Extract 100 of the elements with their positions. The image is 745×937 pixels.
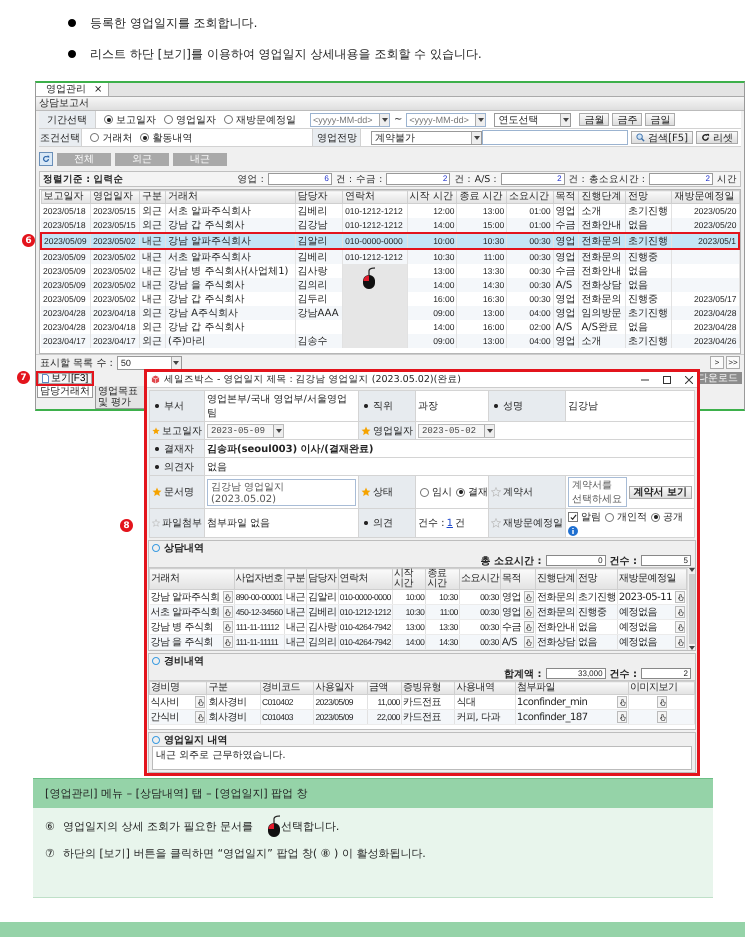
- table-row[interactable]: 2023/05/09 2023/05/02 내근 서초 알파주식회사 김베리 010-1212-1212 10:30 11:00 00:30 영업 전화문의 진행중: [41, 249, 739, 264]
- pointer-button[interactable]: [195, 696, 206, 708]
- checkbox[interactable]: 알림: [568, 510, 601, 524]
- tab[interactable]: 영업관리 ×: [36, 83, 110, 96]
- year-select[interactable]: 연도선택: [494, 112, 572, 126]
- bullet-icon: [155, 464, 159, 468]
- table-cell: 111-11-11111: [234, 634, 285, 650]
- pointer-button[interactable]: [524, 621, 534, 633]
- pointer-button[interactable]: [657, 711, 668, 723]
- pointer-button[interactable]: [675, 621, 685, 633]
- radio-button[interactable]: 보고일자: [104, 112, 156, 126]
- table-cell: 김알리: [295, 233, 343, 249]
- pointer-button[interactable]: [657, 696, 668, 708]
- column-header: 경비명: [150, 682, 207, 694]
- caret-icon: [688, 646, 694, 650]
- field-label: 계약서: [503, 486, 533, 499]
- radio-button[interactable]: 활동내역: [140, 130, 192, 144]
- radio-button[interactable]: 결재: [456, 485, 488, 499]
- pointer-button[interactable]: [222, 606, 233, 618]
- table-cell: 09:00: [407, 306, 457, 320]
- caret-icon: [688, 568, 694, 572]
- pointer-button[interactable]: [675, 591, 685, 603]
- radio-button[interactable]: 영업일자: [164, 112, 216, 126]
- count-label: A/S :: [474, 174, 497, 184]
- view-button[interactable]: 보기[F3]: [38, 372, 92, 384]
- pointer-button[interactable]: [222, 621, 233, 633]
- table-row[interactable]: 2023/05/09 2023/05/02 내근 강남 을 주식회사 김의리 14:00 14:30 00:30 A/S 전화상담 없음: [41, 278, 739, 292]
- column-header: 소요시간: [459, 568, 500, 590]
- period-button[interactable]: 금월: [579, 113, 610, 126]
- reset-button[interactable]: 리셋: [696, 131, 738, 144]
- period-button[interactable]: 금주: [612, 113, 642, 126]
- section-icon: [152, 544, 160, 552]
- pointer-button[interactable]: [524, 606, 534, 618]
- refresh-icon: [701, 133, 710, 142]
- total-label: 총 소요시간 :: [480, 554, 542, 568]
- info-icon[interactable]: [568, 526, 578, 536]
- note-text: 선택합니다.: [280, 818, 340, 834]
- step-number: ⑦: [45, 846, 55, 860]
- caret-icon: [474, 136, 480, 140]
- contract-field[interactable]: 계약서를 선택하세요: [568, 477, 627, 507]
- star-icon: [361, 426, 371, 436]
- table-cell: 전화상담: [578, 278, 626, 292]
- field-value: 김강남: [568, 400, 598, 413]
- radio-button[interactable]: 개인적: [605, 510, 647, 524]
- radio-button[interactable]: 거래처: [90, 130, 132, 144]
- date-select[interactable]: 2023-05-02: [418, 424, 496, 438]
- memo-field[interactable]: 내근 외주로 근무하였습니다.: [152, 746, 692, 770]
- table-cell: 영업: [553, 334, 579, 348]
- count-label: 영업 :: [238, 172, 264, 186]
- column-header: 목적: [553, 190, 579, 204]
- date-select[interactable]: 2023-05-09: [207, 424, 284, 438]
- table-cell: 강남 을 주식회: [150, 634, 234, 650]
- star-outline-icon: [491, 487, 501, 497]
- maximize-icon[interactable]: [663, 376, 671, 384]
- caret-icon: [562, 118, 569, 122]
- table-cell: 14:00: [392, 634, 426, 650]
- pager-button[interactable]: >>: [726, 356, 740, 369]
- pointer-button[interactable]: [524, 636, 534, 648]
- pointer-button[interactable]: [617, 711, 628, 723]
- pointer-button[interactable]: [675, 636, 685, 648]
- table-row[interactable]: 2023/04/17 2023/04/17 외근 (주)마리 김송수 09:00 13:00 04:00 영업 소개 초기진행 2023/04/26: [41, 334, 739, 348]
- tab[interactable]: 담당거래처: [37, 386, 93, 398]
- note-text: 하단의 [보기] 버튼을 클릭하면 “영업일지” 팝업 창( ⑧ ) 이 활성화됩니다.: [62, 846, 426, 860]
- pager-button[interactable]: >: [710, 356, 724, 369]
- table-cell: 진행중: [625, 249, 672, 264]
- table-cell: 초기진행: [625, 334, 672, 348]
- pointer-button[interactable]: [524, 591, 534, 603]
- check-icon: [570, 514, 576, 520]
- count-link[interactable]: 1: [446, 518, 453, 528]
- radio-button[interactable]: 공개: [651, 510, 683, 524]
- field-value: 첨부파일 없음: [207, 517, 270, 530]
- bullet-icon: [364, 521, 368, 525]
- callout-badge: 7: [17, 371, 30, 384]
- period-button[interactable]: 금일: [645, 113, 676, 126]
- outlook-select[interactable]: 계약불가: [371, 130, 482, 144]
- scrollbar[interactable]: [687, 568, 695, 650]
- pointer-button[interactable]: [675, 606, 685, 618]
- table-cell: 2023/04/28: [672, 306, 739, 320]
- search-field[interactable]: [482, 130, 628, 145]
- table-cell: 김의리: [295, 278, 343, 292]
- search-button[interactable]: 검색[F5]: [631, 131, 693, 144]
- title-field[interactable]: 김강남 영업일지 (2023.05.02): [207, 478, 356, 506]
- refresh-icon[interactable]: [39, 152, 53, 166]
- table-cell: 22,000: [367, 710, 402, 724]
- page-size-select[interactable]: 50: [116, 356, 182, 370]
- table-row[interactable]: 2023/04/28 2023/04/18 외근 강남 A주식회사 강남AAA 09:00 13:00 04:00 영업 임의방문 초기진행 2023/04/28: [41, 306, 739, 320]
- close-icon[interactable]: ×: [94, 84, 102, 96]
- pointer-button[interactable]: [617, 696, 628, 708]
- table-cell: 김송수: [295, 334, 343, 348]
- pointer-button[interactable]: [222, 591, 233, 603]
- date-field[interactable]: <yyyy-MM-dd>: [310, 112, 390, 126]
- pointer-button[interactable]: [222, 636, 233, 648]
- table-cell: 내근: [140, 278, 166, 292]
- pointer-button[interactable]: [195, 711, 206, 723]
- contract-view-button[interactable]: 계약서 보기: [628, 486, 692, 498]
- radio-button[interactable]: 임시: [420, 485, 452, 499]
- column-header: 경비코드: [260, 682, 314, 694]
- date-field[interactable]: <yyyy-MM-dd>: [406, 112, 486, 126]
- close-icon[interactable]: [685, 376, 693, 384]
- radio-button[interactable]: 재방문예정일: [224, 112, 296, 126]
